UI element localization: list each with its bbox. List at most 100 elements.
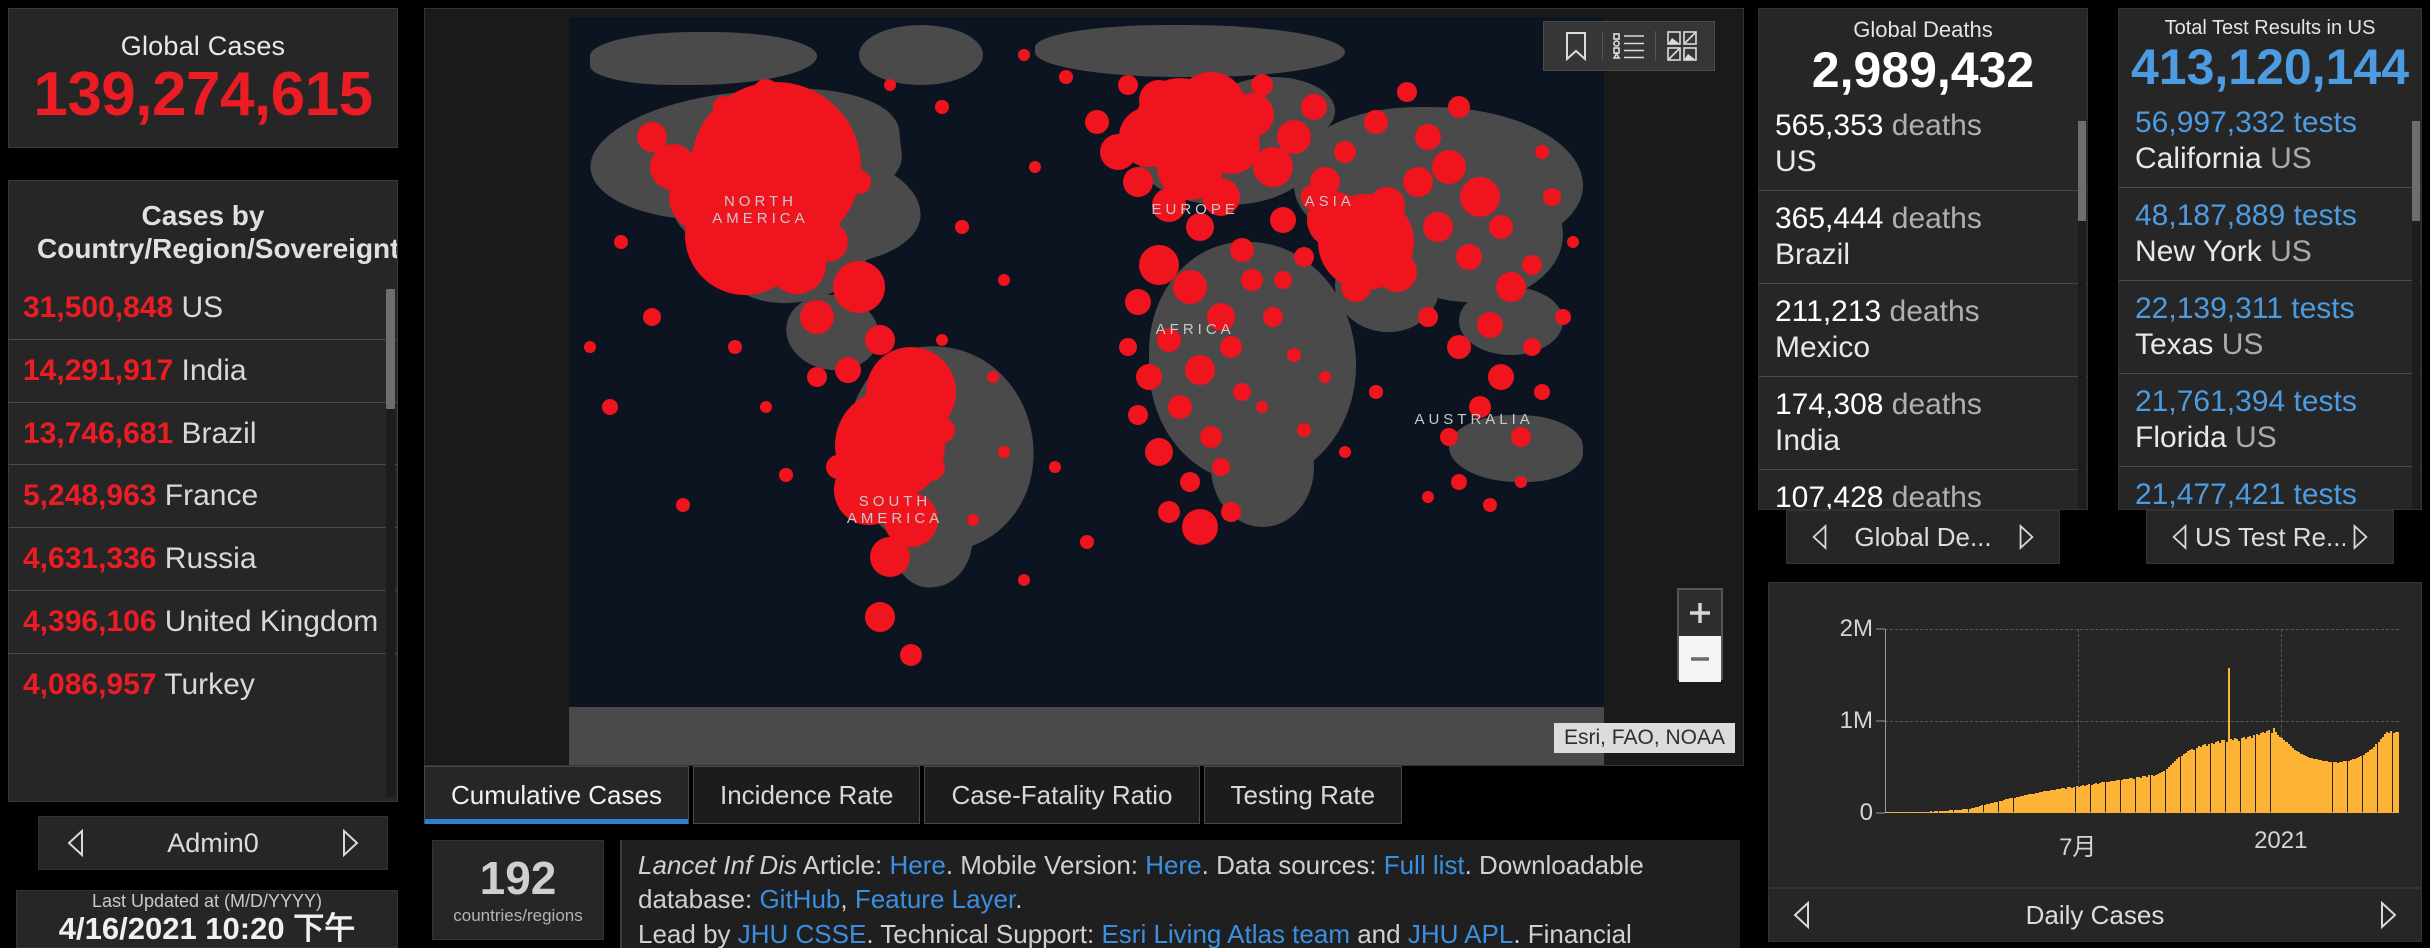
tests-scrollbar[interactable] xyxy=(2412,121,2420,509)
deaths-row[interactable]: 174,308 deaths India xyxy=(1759,376,2087,469)
legend-list-icon[interactable] xyxy=(1603,24,1655,68)
deaths-row-place: Brazil xyxy=(1775,238,1851,271)
map-layer-tabs[interactable]: Cumulative Cases Incidence Rate Case-Fatal… xyxy=(424,766,1744,824)
deaths-row-value: 211,213 xyxy=(1775,295,1882,328)
tests-row-unit: tests xyxy=(2285,478,2357,510)
chart-prev-icon[interactable] xyxy=(1787,898,1817,932)
map-case-bubble xyxy=(1135,364,1162,390)
map-case-bubble xyxy=(1180,472,1200,492)
tests-row-suffix: US xyxy=(2261,142,2312,175)
tab-cumulative-cases[interactable]: Cumulative Cases xyxy=(424,766,689,824)
tab-incidence-rate[interactable]: Incidence Rate xyxy=(692,766,921,824)
chart-ytick-label: 1M xyxy=(1839,707,1873,734)
case-row-value: 31,500,848 xyxy=(23,291,174,325)
map-case-bubble xyxy=(1533,384,1550,400)
map-case-bubble xyxy=(997,446,1010,458)
map-case-bubble xyxy=(1368,186,1405,223)
map-case-bubble xyxy=(1468,396,1491,418)
map-toolbar[interactable] xyxy=(1543,21,1715,71)
cases-by-country-card: Cases by Country/Region/Sovereignty 31,5… xyxy=(8,180,398,802)
map-case-bubble xyxy=(955,220,970,234)
deaths-row-unit: deaths xyxy=(1883,481,1982,510)
footer-l2b: , xyxy=(840,884,855,915)
map-case-bubble xyxy=(928,416,955,443)
map-case-bubble xyxy=(1099,134,1136,170)
case-row[interactable]: 31,500,848 US xyxy=(9,277,397,339)
tab-case-fatality-ratio[interactable]: Case-Fatality Ratio xyxy=(924,766,1200,824)
us-tests-list[interactable]: 56,997,332 tests California US 48,187,889 … xyxy=(2119,95,2421,510)
tests-row-value: 21,477,421 xyxy=(2135,478,2286,510)
global-deaths-value: 2,989,432 xyxy=(1811,42,2035,98)
deaths-prev-icon[interactable] xyxy=(1805,520,1835,554)
case-row[interactable]: 5,248,963 France xyxy=(9,464,397,527)
chart-gridline xyxy=(1885,629,2399,630)
global-deaths-list[interactable]: 565,353 deaths US 365,444 deaths Brazil 211,… xyxy=(1759,98,2087,510)
tests-row[interactable]: 48,187,889 tests New York US xyxy=(2119,187,2421,280)
admin0-prev-icon[interactable] xyxy=(61,826,91,860)
tests-row-suffix: US xyxy=(2226,421,2277,454)
link-here-2[interactable]: Here xyxy=(1145,850,1201,880)
link-jhu-csse[interactable]: JHU CSSE xyxy=(738,919,867,948)
admin0-next-icon[interactable] xyxy=(335,826,365,860)
case-row-country: Russia xyxy=(156,542,257,576)
admin0-pager[interactable]: Admin0 xyxy=(38,816,388,870)
cases-by-country-title: Cases by Country/Region/Sovereignty xyxy=(37,200,398,265)
tests-row[interactable]: 21,761,394 tests Florida US xyxy=(2119,373,2421,466)
deaths-row[interactable]: 211,213 deaths Mexico xyxy=(1759,283,2087,376)
tab-testing-rate[interactable]: Testing Rate xyxy=(1203,766,1403,824)
map-case-bubble xyxy=(1301,184,1328,210)
world-map[interactable]: NORTH AMERICA SOUTH AMERICA EUROPE ASIA AFRICA… xyxy=(569,17,1604,765)
daily-cases-pager[interactable]: Daily Cases xyxy=(1768,888,2422,942)
map-zoom-controls[interactable] xyxy=(1677,588,1723,682)
tests-row-value: 21,761,394 xyxy=(2135,385,2286,418)
basemap-gallery-icon[interactable] xyxy=(1656,24,1708,68)
map-container[interactable]: NORTH AMERICA SOUTH AMERICA EUROPE ASIA AFRICA… xyxy=(424,8,1744,766)
map-case-bubble xyxy=(1340,272,1371,302)
tests-row[interactable]: 21,477,421 tests xyxy=(2119,466,2421,510)
lancet-title: Lancet Inf Dis xyxy=(638,850,797,880)
deaths-scrollbar[interactable] xyxy=(2078,121,2086,509)
scrollbar-thumb[interactable] xyxy=(2078,121,2086,221)
case-row[interactable]: 13,746,681 Brazil xyxy=(9,401,397,465)
map-case-bubble xyxy=(1182,509,1219,545)
chart-ytick-mark xyxy=(1876,812,1885,814)
link-github[interactable]: GitHub xyxy=(759,884,840,914)
map-case-bubble xyxy=(727,340,742,354)
deaths-row[interactable]: 107,428 deaths xyxy=(1759,469,2087,510)
zoom-out-button[interactable] xyxy=(1679,636,1721,682)
scrollbar-thumb[interactable] xyxy=(386,289,395,409)
deaths-next-icon[interactable] xyxy=(2011,520,2041,554)
tests-row[interactable]: 22,139,311 tests Texas US xyxy=(2119,280,2421,373)
cases-list-scrollbar[interactable] xyxy=(386,289,395,797)
map-case-bubble xyxy=(1276,120,1311,154)
case-row[interactable]: 4,396,106 United Kingdom xyxy=(9,590,397,653)
deaths-row-unit: deaths xyxy=(1883,109,1982,142)
global-deaths-pager[interactable]: Global De... xyxy=(1786,510,2060,564)
chart-next-icon[interactable] xyxy=(2373,898,2403,932)
case-row[interactable]: 4,086,957 Turkey xyxy=(9,652,397,716)
link-full-list[interactable]: Full list xyxy=(1384,850,1465,880)
tests-next-icon[interactable] xyxy=(2345,520,2375,554)
map-case-bubble xyxy=(1515,476,1528,488)
us-tests-pager[interactable]: US Test Re... xyxy=(2146,510,2394,564)
link-jhu-apl[interactable]: JHU APL xyxy=(1408,919,1514,948)
deaths-row[interactable]: 365,444 deaths Brazil xyxy=(1759,190,2087,283)
cases-by-country-list[interactable]: 31,500,848 US 14,291,917 India 13,746,681 … xyxy=(9,277,397,716)
map-case-bubble xyxy=(1241,268,1264,291)
case-row[interactable]: 14,291,917 India xyxy=(9,338,397,402)
left-sidebar: Global Cases 139,274,615 Cases by Countr… xyxy=(8,8,398,948)
link-esri-living-atlas[interactable]: Esri Living Atlas team xyxy=(1101,919,1350,948)
map-case-bubble xyxy=(824,130,853,159)
tests-row[interactable]: 56,997,332 tests California US xyxy=(2119,95,2421,187)
zoom-in-button[interactable] xyxy=(1679,590,1721,636)
last-updated-label: Last Updated at (M/D/YYYY) xyxy=(91,891,323,912)
scrollbar-thumb[interactable] xyxy=(2412,121,2420,221)
link-here-1[interactable]: Here xyxy=(889,850,945,880)
link-feature-layer[interactable]: Feature Layer xyxy=(855,884,1015,914)
deaths-row[interactable]: 565,353 deaths US xyxy=(1759,98,2087,190)
bookmark-icon[interactable] xyxy=(1550,24,1602,68)
tests-prev-icon[interactable] xyxy=(2165,520,2195,554)
map-case-bubble xyxy=(1152,187,1187,222)
case-row[interactable]: 4,631,336 Russia xyxy=(9,527,397,590)
chart-ytick-label: 2M xyxy=(1839,615,1873,642)
